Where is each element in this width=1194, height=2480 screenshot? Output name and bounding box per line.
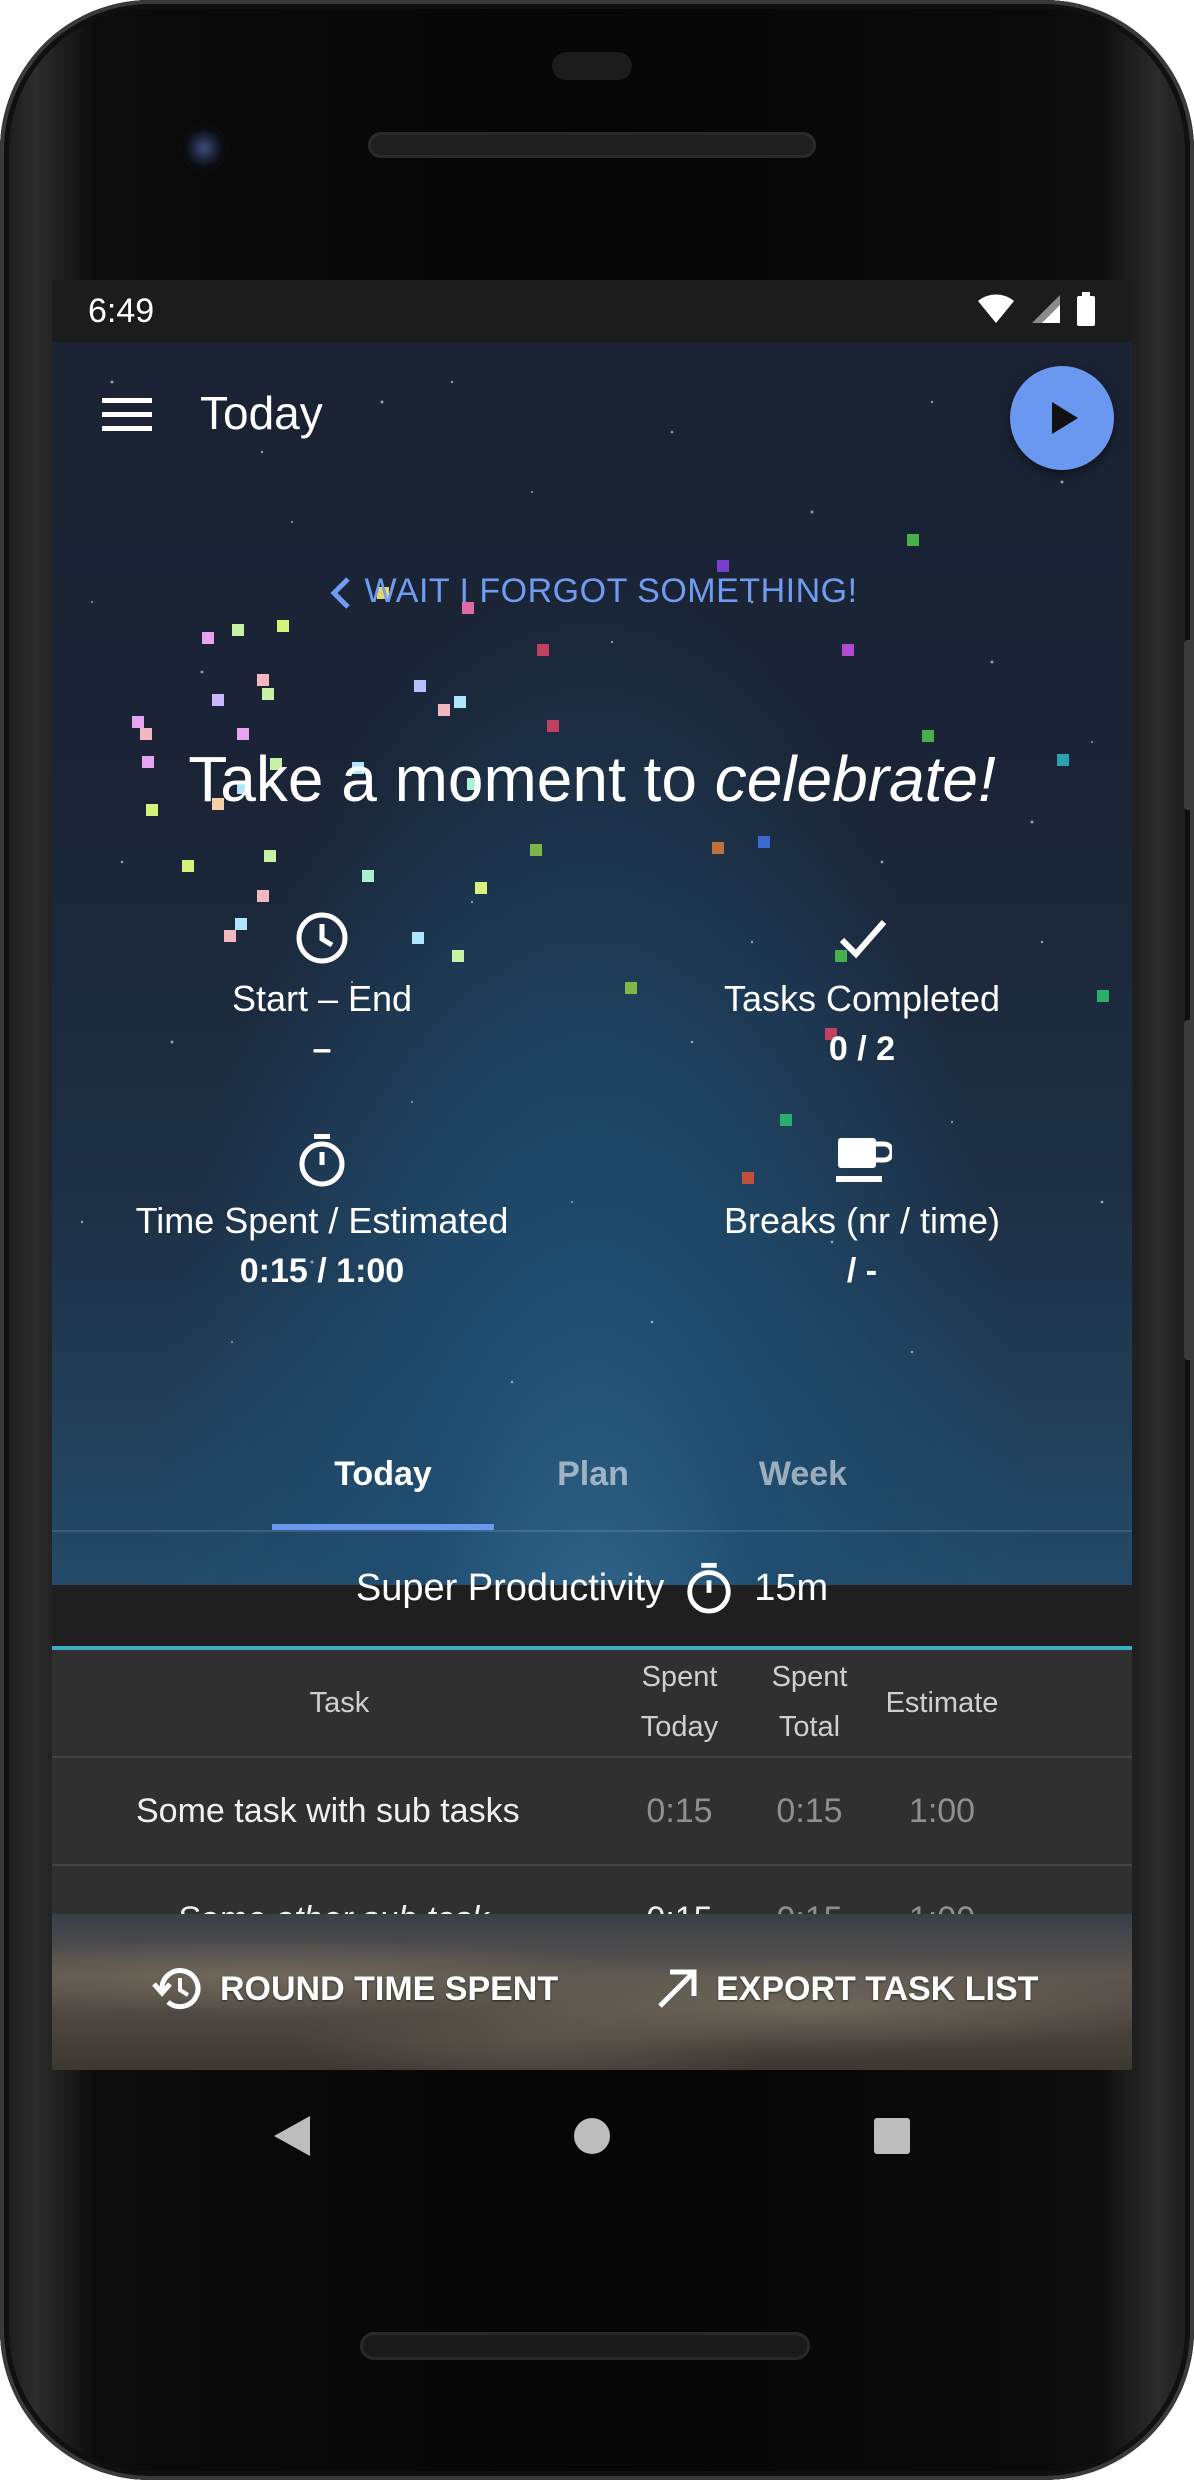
stat-breaks: Breaks (nr / time) / - [592,1130,1132,1291]
chevron-left-icon [330,577,351,609]
phone-frame: 6:49 Today WAIT I FORGOT SOMETHING! Take… [0,0,1194,2480]
header-task: Task [309,1687,370,1719]
history-icon [152,1968,201,2010]
stat-start-end-value: – [312,1030,332,1068]
wait-forgot-link[interactable]: WAIT I FORGOT SOMETHING! [52,572,1132,611]
bottom-actions: ROUND TIME SPENT EXPORT TASK LIST [52,1914,1132,2070]
header-spent-total-line2: Total [778,1711,841,1743]
stat-tasks-completed-value: 0 / 2 [828,1030,896,1068]
battery-icon [1077,292,1095,326]
status-bar: 6:49 [52,280,1132,342]
task-name: Some task with sub tasks [136,1758,616,1864]
celebration-panel: Today WAIT I FORGOT SOMETHING! Take a mo… [52,342,1132,1650]
tab-week[interactable]: Week [692,1422,914,1526]
nav-back-button[interactable] [252,2096,332,2176]
check-icon [839,920,887,959]
stat-time-spent: Time Spent / Estimated 0:15 / 1:00 [52,1130,592,1291]
toolbar: Today [52,342,1132,492]
wifi-icon [978,294,1014,323]
stat-time-spent-label: Time Spent / Estimated [135,1200,509,1241]
arrow-up-right-icon [658,1969,697,2008]
round-time-spent-label: ROUND TIME SPENT [220,1969,559,2008]
task-estimate: 1:00 [908,1792,976,1830]
earpiece-notch [552,52,632,80]
timer-icon [687,1562,731,1614]
export-task-list-label: EXPORT TASK LIST [716,1969,1039,2008]
nav-home-button[interactable] [552,2096,632,2176]
table-header: Task Spent Today Spent Total Estimate [52,1650,1132,1758]
header-spent-today: Spent Today [612,1652,747,1752]
task-spent-total: 0:15 [776,1792,843,1830]
tab-bar: Today Plan Week [52,1422,1132,1532]
recents-square-icon [874,2118,910,2154]
front-camera [180,124,228,172]
project-summary: Super Productivity 15m [52,1532,1132,1644]
tab-plan[interactable]: Plan [482,1422,704,1526]
home-circle-icon [574,2118,610,2154]
clock-icon [296,912,348,964]
stat-start-end-label: Start – End [231,978,413,1019]
header-spent-today-line1: Spent [641,1661,718,1693]
celebrate-headline: Take a moment to celebrate! [52,742,1132,816]
headline-prefix: Take a moment to [188,743,715,815]
system-nav-bar [52,2070,1132,2200]
timer-icon [299,1134,345,1187]
app-screen: 6:49 Today WAIT I FORGOT SOMETHING! Take… [52,280,1132,2070]
stat-breaks-value: / - [846,1252,878,1290]
tab-active-indicator [272,1524,494,1530]
bottom-speaker [360,2332,810,2360]
stat-tasks-completed-label: Tasks Completed [723,978,1001,1019]
coffee-icon [836,1138,892,1182]
stat-start-end: Start – End – [52,908,592,1069]
wait-forgot-label: WAIT I FORGOT SOMETHING! [364,572,858,610]
task-title: Some task with sub tasks [136,1792,520,1830]
headline-emphasis: celebrate! [714,743,996,815]
stat-breaks-label: Breaks (nr / time) [723,1200,1001,1241]
status-time: 6:49 [88,292,155,330]
header-spent-total-line1: Spent [771,1661,848,1693]
header-estimate: Estimate [885,1687,999,1719]
play-icon [1052,402,1078,434]
tab-today[interactable]: Today [272,1422,494,1526]
hamburger-menu-icon [102,398,152,431]
nav-recents-button[interactable] [852,2096,932,2176]
task-spent-today: 0:15 [646,1792,713,1830]
header-spent-today-line2: Today [640,1711,719,1743]
project-name: Super Productivity [355,1566,665,1609]
back-triangle-icon [274,2116,310,2156]
top-speaker [368,132,816,158]
round-time-spent-button[interactable]: ROUND TIME SPENT [152,1954,558,2024]
menu-button[interactable] [96,382,160,446]
stat-time-spent-value: 0:15 / 1:00 [239,1252,405,1290]
table-row[interactable]: Some task with sub tasks 0:15 0:15 1:00 [52,1758,1132,1866]
header-spent-total: Spent Total [747,1652,872,1752]
status-icons [976,292,1096,326]
signal-icon [1032,295,1060,323]
page-title: Today [200,387,323,439]
project-time: 15m [754,1566,829,1609]
volume-button [1184,1020,1194,1360]
export-task-list-button[interactable]: EXPORT TASK LIST [652,1954,1038,2024]
play-button[interactable] [1010,366,1114,470]
stat-tasks-completed: Tasks Completed 0 / 2 [592,908,1132,1069]
power-button [1184,640,1194,810]
